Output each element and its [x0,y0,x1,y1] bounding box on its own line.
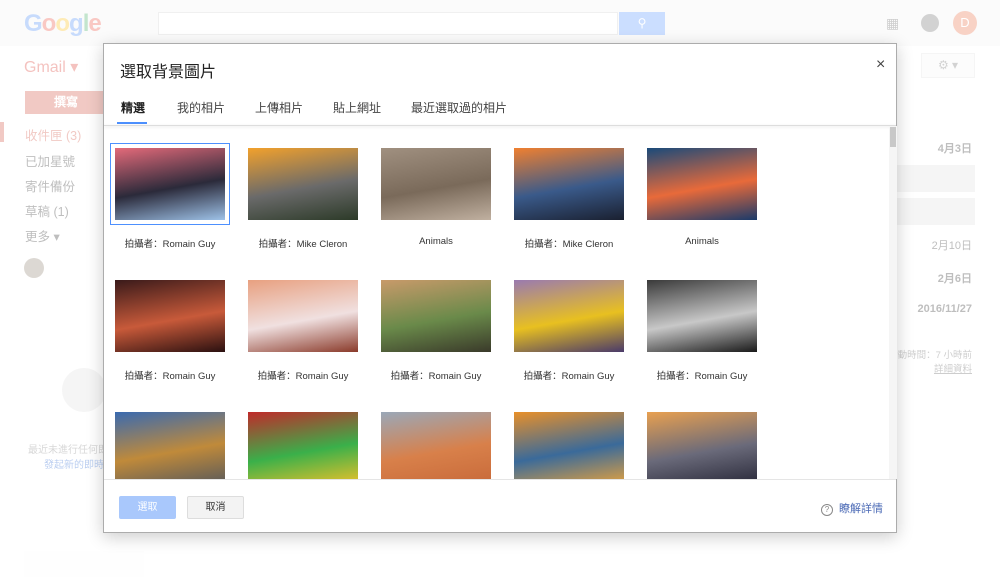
photo-credit: 拍攝者：Romain Guy [523,371,615,382]
image-grid: 拍攝者：Romain Guy 拍攝者：Mike Cleron Animals 拍攝者：… [104,126,888,479]
photo-credit: 拍攝者：Mike Cleron [524,239,614,250]
image-tile[interactable]: Animals [647,148,767,268]
photo-credit: Animals [419,236,453,247]
image-tile[interactable]: 拍攝者：Romain Guy [248,280,368,400]
image-tile[interactable] [514,412,634,479]
photo-credit: 拍攝者：Romain Guy [656,371,748,382]
background-picker-dialog: 選取背景圖片 × 精選 我的相片 上傳相片 貼上網址 最近選取過的相片 拍攝者：… [103,43,897,533]
photo-credit: 拍攝者：Romain Guy [124,371,216,382]
image-tile[interactable]: 拍攝者：Mike Cleron [514,148,634,268]
thumbnail-image[interactable] [514,412,624,479]
photo-credit: 拍攝者：Romain Guy [257,371,349,382]
image-tile[interactable]: 拍攝者：Romain Guy [381,280,501,400]
image-tile[interactable]: 拍攝者：Romain Guy [115,280,235,400]
thumbnail-image[interactable] [647,148,757,220]
thumbnail-image[interactable] [514,148,624,220]
image-tile[interactable]: 拍攝者：Romain Guy [110,143,235,268]
image-tile[interactable] [647,412,767,479]
divider [104,479,896,480]
image-tile[interactable]: Animals [381,148,501,268]
image-tile[interactable] [115,412,235,479]
image-tile[interactable] [381,412,501,479]
thumbnail-image[interactable] [248,280,358,352]
tab-upload[interactable]: 上傳相片 [255,99,303,116]
scrollbar[interactable] [889,126,897,479]
image-tile[interactable] [248,412,368,479]
tab-recent[interactable]: 最近選取過的相片 [411,99,507,116]
thumbnail-image[interactable] [381,412,491,479]
photo-credit: 拍攝者：Mike Cleron [258,239,348,250]
scrollbar-thumb[interactable] [890,127,896,147]
help-icon: ? [821,504,833,516]
thumbnail-image[interactable] [647,280,757,352]
thumbnail-image[interactable] [248,412,358,479]
select-button[interactable]: 選取 [119,496,176,519]
image-tile[interactable]: 拍攝者：Romain Guy [647,280,767,400]
thumbnail-image[interactable] [647,412,757,479]
photo-credit: 拍攝者：Romain Guy [390,371,482,382]
cancel-button[interactable]: 取消 [187,496,244,519]
image-tile[interactable]: 拍攝者：Romain Guy [514,280,634,400]
active-tab-indicator [117,122,147,124]
thumbnail-image[interactable] [381,148,491,220]
close-icon[interactable]: × [876,56,885,74]
thumbnail-image[interactable] [248,148,358,220]
thumbnail-image[interactable] [115,280,225,352]
tab-featured[interactable]: 精選 [121,99,145,116]
thumbnail-image[interactable] [381,280,491,352]
thumbnail-image[interactable] [115,412,225,479]
tab-my-photos[interactable]: 我的相片 [177,99,225,116]
photo-credit: Animals [685,236,719,247]
dialog-title: 選取背景圖片 [120,64,217,81]
learn-more-link[interactable]: ? 瞭解詳情 [821,500,883,516]
tab-paste-url[interactable]: 貼上網址 [333,99,381,116]
image-tile[interactable]: 拍攝者：Mike Cleron [248,148,368,268]
thumbnail-image[interactable] [514,280,624,352]
learn-more-label: 瞭解詳情 [839,503,883,515]
photo-credit: 拍攝者：Romain Guy [124,239,216,250]
thumbnail-image[interactable] [110,143,230,225]
